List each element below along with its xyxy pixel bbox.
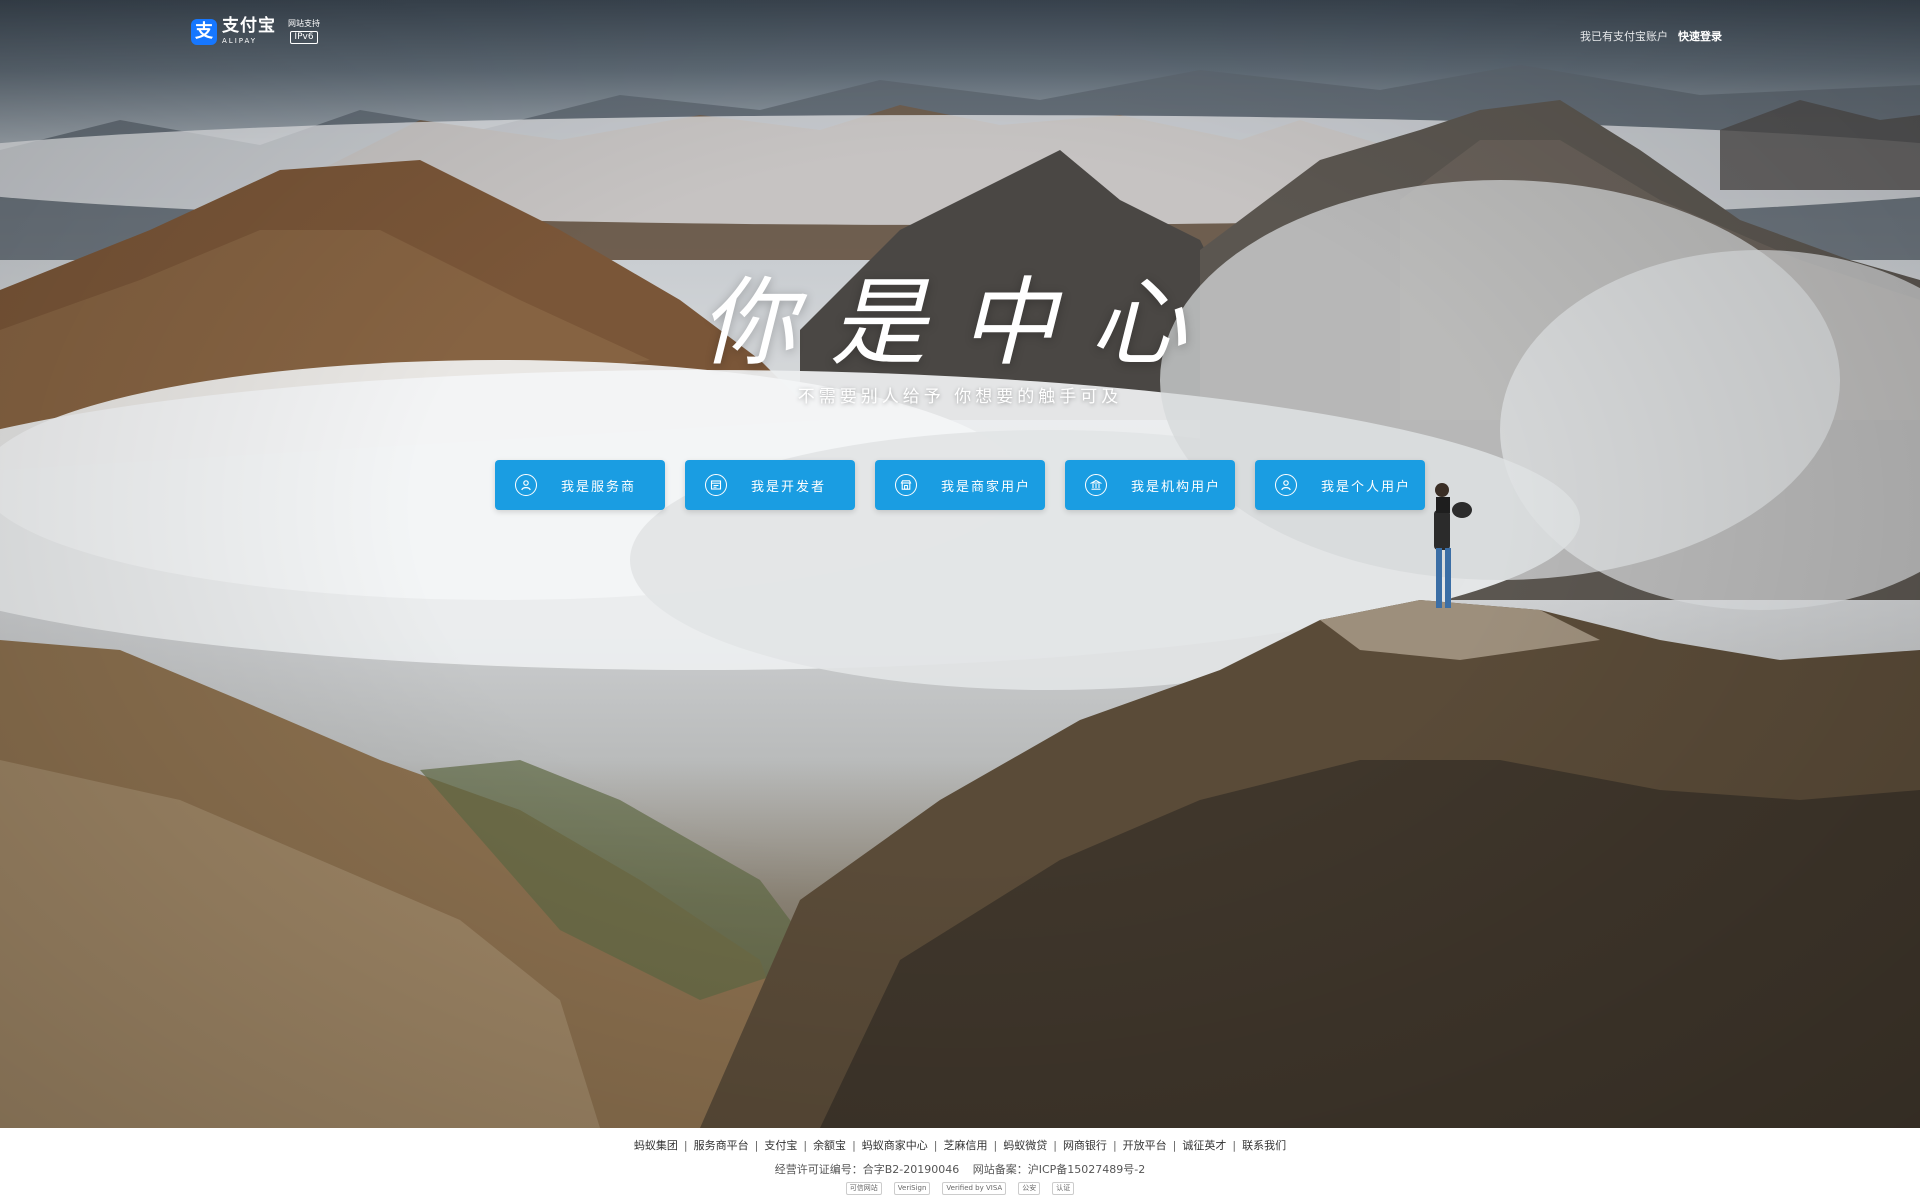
header-account: 我已有支付宝账户 快速登录	[1580, 28, 1722, 44]
ipv6-badge: IPv6	[290, 30, 318, 44]
footer-link-alipay[interactable]: 支付宝	[764, 1139, 797, 1152]
logo-mark: 支 支付宝 ALIPAY	[191, 18, 276, 45]
footer-link-careers[interactable]: 诚征英才	[1182, 1139, 1226, 1152]
footer-link-ant-micro-loan[interactable]: 蚂蚁微贷	[1003, 1139, 1047, 1152]
footer-link-yuebao[interactable]: 余额宝	[813, 1139, 846, 1152]
developer-button[interactable]: 我是开发者	[685, 460, 855, 510]
hero-subtitle: 不需要别人给予 你想要的触手可及	[797, 387, 1123, 407]
footer-links: 蚂蚁集团 | 服务商平台 | 支付宝 | 余额宝 | 蚂蚁商家中心 | 芝麻信用 | 蚂蚁微贷 | 网商银行…	[633, 1139, 1287, 1152]
role-label: 我是个人用户	[1321, 479, 1412, 495]
quick-login-link[interactable]: 快速登录	[1678, 28, 1722, 44]
institution-user-button[interactable]: 我是机构用户	[1065, 460, 1235, 510]
alipay-logo[interactable]: 支 支付宝 ALIPAY 网站支持 IPv6	[191, 18, 320, 45]
footer-link-sesame-credit[interactable]: 芝麻信用	[944, 1139, 988, 1152]
footer-link-mybank[interactable]: 网商银行	[1063, 1139, 1107, 1152]
service-provider-button[interactable]: 我是服务商	[495, 460, 665, 510]
ipv6-support: 网站支持 IPv6	[288, 18, 320, 44]
trusted-site-badge[interactable]: 可信网站	[845, 1182, 882, 1195]
top-header: 支 支付宝 ALIPAY 网站支持 IPv6 我已有支付宝账户 快速登录	[0, 0, 1920, 70]
role-label: 我是机构用户	[1131, 479, 1222, 495]
role-label: 我是商家用户	[941, 479, 1032, 495]
footer-link-ant-group[interactable]: 蚂蚁集团	[634, 1139, 678, 1152]
alipay-logo-icon: 支	[191, 18, 217, 45]
personal-user-button[interactable]: 我是个人用户	[1255, 460, 1425, 510]
icp-record[interactable]: 网站备案：沪ICP备15027489号-2	[973, 1163, 1146, 1176]
footer-license: 经营许可证编号：合字B2-20190046 网站备案：沪ICP备15027489…	[0, 1161, 1920, 1177]
institution-icon	[1085, 474, 1107, 496]
footer-link-contact-us[interactable]: 联系我们	[1242, 1139, 1286, 1152]
logo-text: 支付宝 ALIPAY	[222, 18, 276, 45]
user-circle-icon	[515, 474, 537, 496]
footer-link-open-platform[interactable]: 开放平台	[1123, 1139, 1167, 1152]
logo-text-en: ALIPAY	[222, 37, 258, 45]
role-label: 我是服务商	[561, 479, 637, 495]
footer-link-service-provider[interactable]: 服务商平台	[694, 1139, 749, 1152]
person-icon	[1275, 474, 1297, 496]
police-badge[interactable]: 公安	[1018, 1182, 1041, 1195]
shop-icon	[895, 474, 917, 496]
ipv6-label: 网站支持	[288, 18, 320, 28]
role-label: 我是开发者	[751, 479, 827, 495]
has-account-text: 我已有支付宝账户	[1580, 30, 1668, 43]
page-footer: 蚂蚁集团 | 服务商平台 | 支付宝 | 余额宝 | 蚂蚁商家中心 | 芝麻信用 | 蚂蚁微贷 | 网商银行…	[0, 1128, 1920, 1200]
hero-slogan: 你是中心	[700, 267, 1220, 379]
merchant-user-button[interactable]: 我是商家用户	[875, 460, 1045, 510]
license-number: 经营许可证编号：合字B2-20190046	[774, 1163, 960, 1176]
footer-badges: 可信网站 VeriSign Verified by VISA 公安 认证	[0, 1182, 1920, 1195]
hero-background	[0, 0, 1920, 1128]
certification-badge[interactable]: 认证	[1052, 1182, 1075, 1195]
footer-link-merchant-center[interactable]: 蚂蚁商家中心	[862, 1139, 928, 1152]
verisign-badge[interactable]: VeriSign	[893, 1182, 931, 1195]
verified-by-visa-badge[interactable]: Verified by VISA	[942, 1182, 1007, 1195]
mountain-scene	[0, 65, 1920, 1128]
developer-window-icon	[705, 474, 727, 496]
logo-text-cn: 支付宝	[222, 16, 276, 36]
role-buttons: 我是服务商 我是开发者 我是商家用户 我是机构用户 我是个人用户	[495, 460, 1425, 510]
